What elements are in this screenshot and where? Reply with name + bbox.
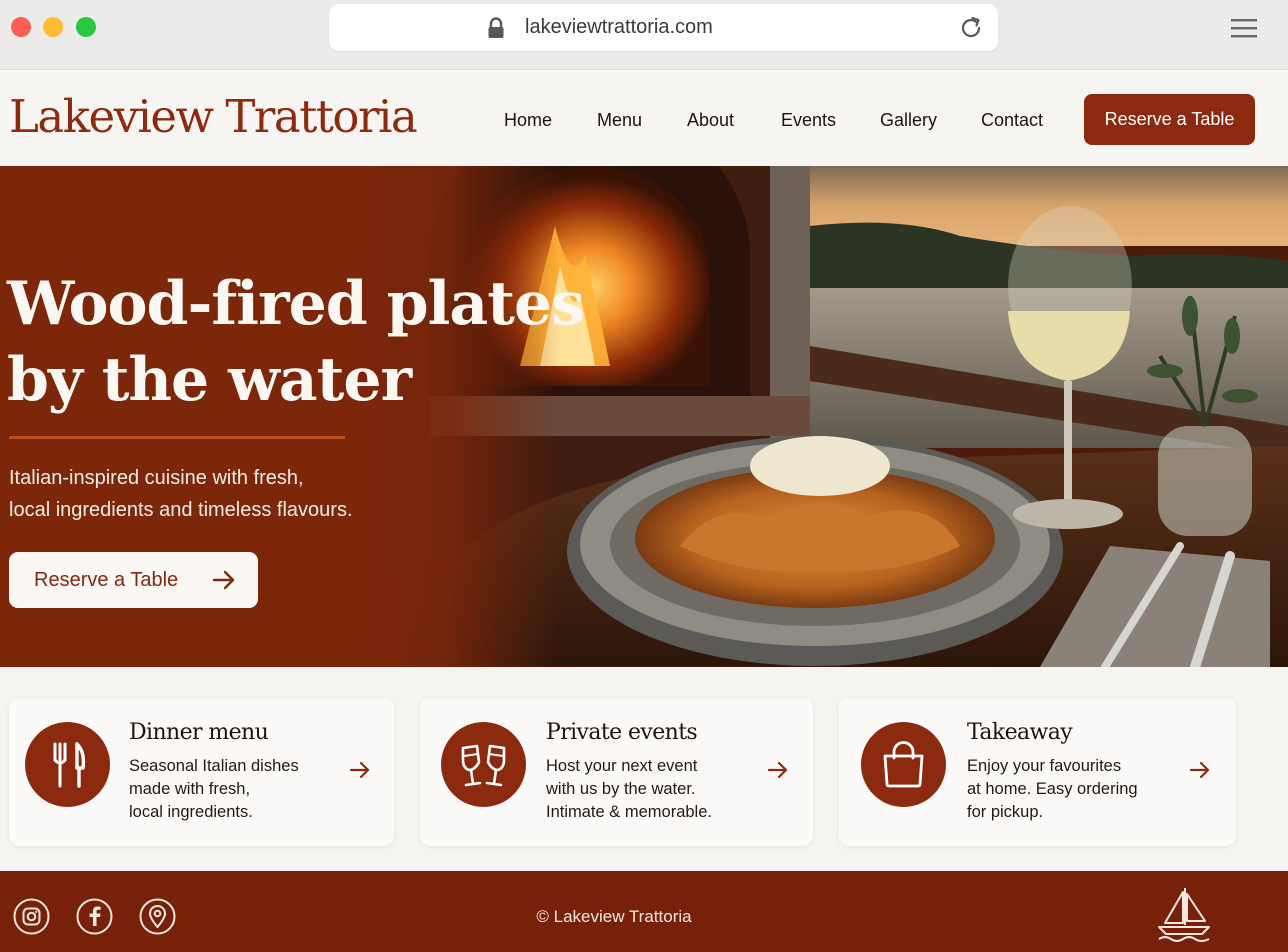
hero-section: Wood-fired plates by the water Italian-i…	[0, 166, 1288, 667]
hamburger-menu-icon[interactable]	[1230, 16, 1258, 40]
reserve-table-hero-button[interactable]: Reserve a Table	[9, 552, 258, 608]
card-description-line: Seasonal Italian dishes	[129, 757, 299, 775]
hero-title-line-2: by the water	[7, 345, 412, 415]
card-dinner-menu[interactable]: Dinner menu Seasonal Italian dishes made…	[9, 698, 394, 846]
card-title: Takeaway	[967, 720, 1073, 745]
card-description-line: at home. Easy ordering	[967, 780, 1138, 798]
fork-knife-icon	[53, 742, 86, 788]
card-private-events[interactable]: Private events Host your next event with…	[420, 698, 813, 846]
card-description-line: Enjoy your favourites	[967, 757, 1122, 775]
card-description-line: Host your next event	[546, 757, 698, 775]
arrow-right-icon	[212, 570, 235, 590]
hero-subtitle-line-1: Italian-inspired cuisine with fresh,	[9, 467, 304, 489]
url-text: lakeviewtrattoria.com	[525, 16, 713, 38]
nav-events[interactable]: Events	[781, 110, 836, 131]
site-logo[interactable]: Lakeview Trattoria	[9, 90, 418, 143]
fork-knife-badge	[25, 722, 110, 807]
nav-menu[interactable]: Menu	[597, 110, 642, 131]
card-takeaway[interactable]: Takeaway Enjoy your favourites at home. …	[839, 698, 1236, 846]
site-header: Lakeview Trattoria Home Menu About Event…	[0, 70, 1288, 166]
site-footer: © Lakeview Trattoria	[0, 871, 1288, 952]
card-description: Seasonal Italian dishes made with fresh,…	[129, 755, 299, 824]
maximize-window-button[interactable]	[76, 17, 96, 37]
hero-subtitle-line-2: local ingredients and timeless flavours.	[9, 499, 353, 521]
browser-chrome: lakeviewtrattoria.com	[0, 0, 1288, 70]
card-description-line: Intimate & memorable.	[546, 803, 712, 821]
arrow-right-icon[interactable]	[349, 760, 371, 780]
nav-contact[interactable]: Contact	[981, 110, 1043, 131]
shopping-bag-icon	[883, 741, 924, 788]
address-bar[interactable]: lakeviewtrattoria.com	[329, 4, 998, 51]
hero-divider	[9, 436, 345, 439]
shopping-bag-badge	[861, 722, 946, 807]
hero-title: Wood-fired plates by the water	[7, 266, 585, 418]
card-description: Enjoy your favourites at home. Easy orde…	[967, 755, 1138, 824]
card-title: Private events	[546, 720, 698, 745]
hero-subtitle: Italian-inspired cuisine with fresh, loc…	[9, 462, 353, 526]
lock-icon	[488, 17, 504, 38]
reload-icon[interactable]	[958, 15, 984, 41]
reserve-table-hero-label: Reserve a Table	[34, 568, 179, 591]
card-description-line: made with fresh,	[129, 780, 251, 798]
close-window-button[interactable]	[11, 17, 31, 37]
card-description-line: for pickup.	[967, 803, 1044, 821]
nav-gallery[interactable]: Gallery	[880, 110, 937, 131]
hero-title-line-1: Wood-fired plates	[7, 269, 585, 339]
card-description: Host your next event with us by the wate…	[546, 755, 712, 824]
nav-about[interactable]: About	[687, 110, 734, 131]
card-description-line: with us by the water.	[546, 780, 696, 798]
wine-glasses-badge	[441, 722, 526, 807]
nav-home[interactable]: Home	[504, 110, 552, 131]
arrow-right-icon[interactable]	[1189, 760, 1211, 780]
reserve-table-header-button[interactable]: Reserve a Table	[1084, 94, 1255, 145]
minimize-window-button[interactable]	[43, 17, 63, 37]
copyright-text: © Lakeview Trattoria	[536, 907, 692, 926]
sailboat-icon	[1158, 888, 1210, 942]
arrow-right-icon[interactable]	[767, 760, 789, 780]
wine-glasses-icon	[461, 744, 506, 787]
card-title: Dinner menu	[129, 720, 269, 745]
card-description-line: local ingredients.	[129, 803, 253, 821]
